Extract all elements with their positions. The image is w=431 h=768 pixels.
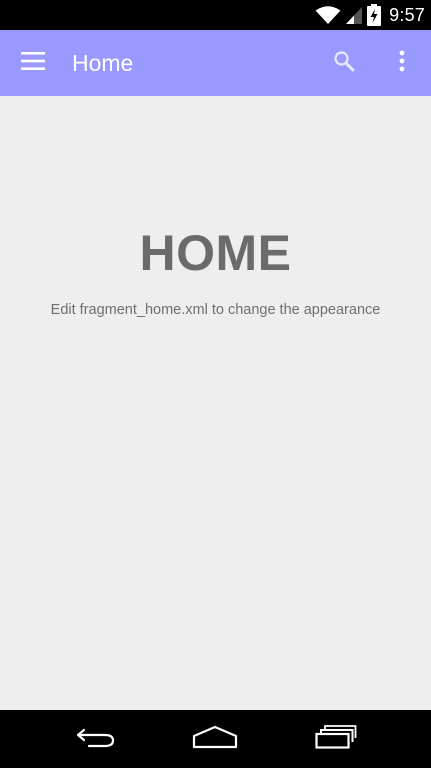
- search-button[interactable]: [324, 44, 364, 82]
- overflow-menu-button[interactable]: [384, 44, 420, 82]
- page-title: Home: [72, 50, 134, 76]
- app-bar: Home: [0, 30, 431, 96]
- home-icon: [192, 725, 238, 754]
- overflow-menu-icon: [399, 50, 405, 77]
- battery-charging-icon: [367, 4, 382, 26]
- status-bar: 9:57: [0, 0, 431, 30]
- status-indicators: 9:57: [315, 0, 425, 30]
- screen: 9:57 Home HOME Edit fragment_home.xml to…: [0, 0, 431, 768]
- cell-signal-icon: [345, 5, 363, 25]
- main-content: HOME Edit fragment_home.xml to change th…: [0, 96, 431, 710]
- back-button[interactable]: [66, 722, 126, 756]
- recents-icon: [315, 724, 357, 754]
- recents-button[interactable]: [306, 722, 366, 756]
- back-icon: [75, 725, 117, 754]
- search-icon: [333, 50, 355, 77]
- status-time: 9:57: [389, 4, 425, 25]
- home-subtext: Edit fragment_home.xml to change the app…: [50, 302, 381, 318]
- menu-button[interactable]: [14, 44, 52, 82]
- home-button[interactable]: [185, 722, 245, 756]
- hamburger-menu-icon: [21, 51, 45, 75]
- navigation-bar: [0, 710, 431, 768]
- home-heading: HOME: [139, 225, 292, 281]
- wifi-icon: [315, 5, 341, 25]
